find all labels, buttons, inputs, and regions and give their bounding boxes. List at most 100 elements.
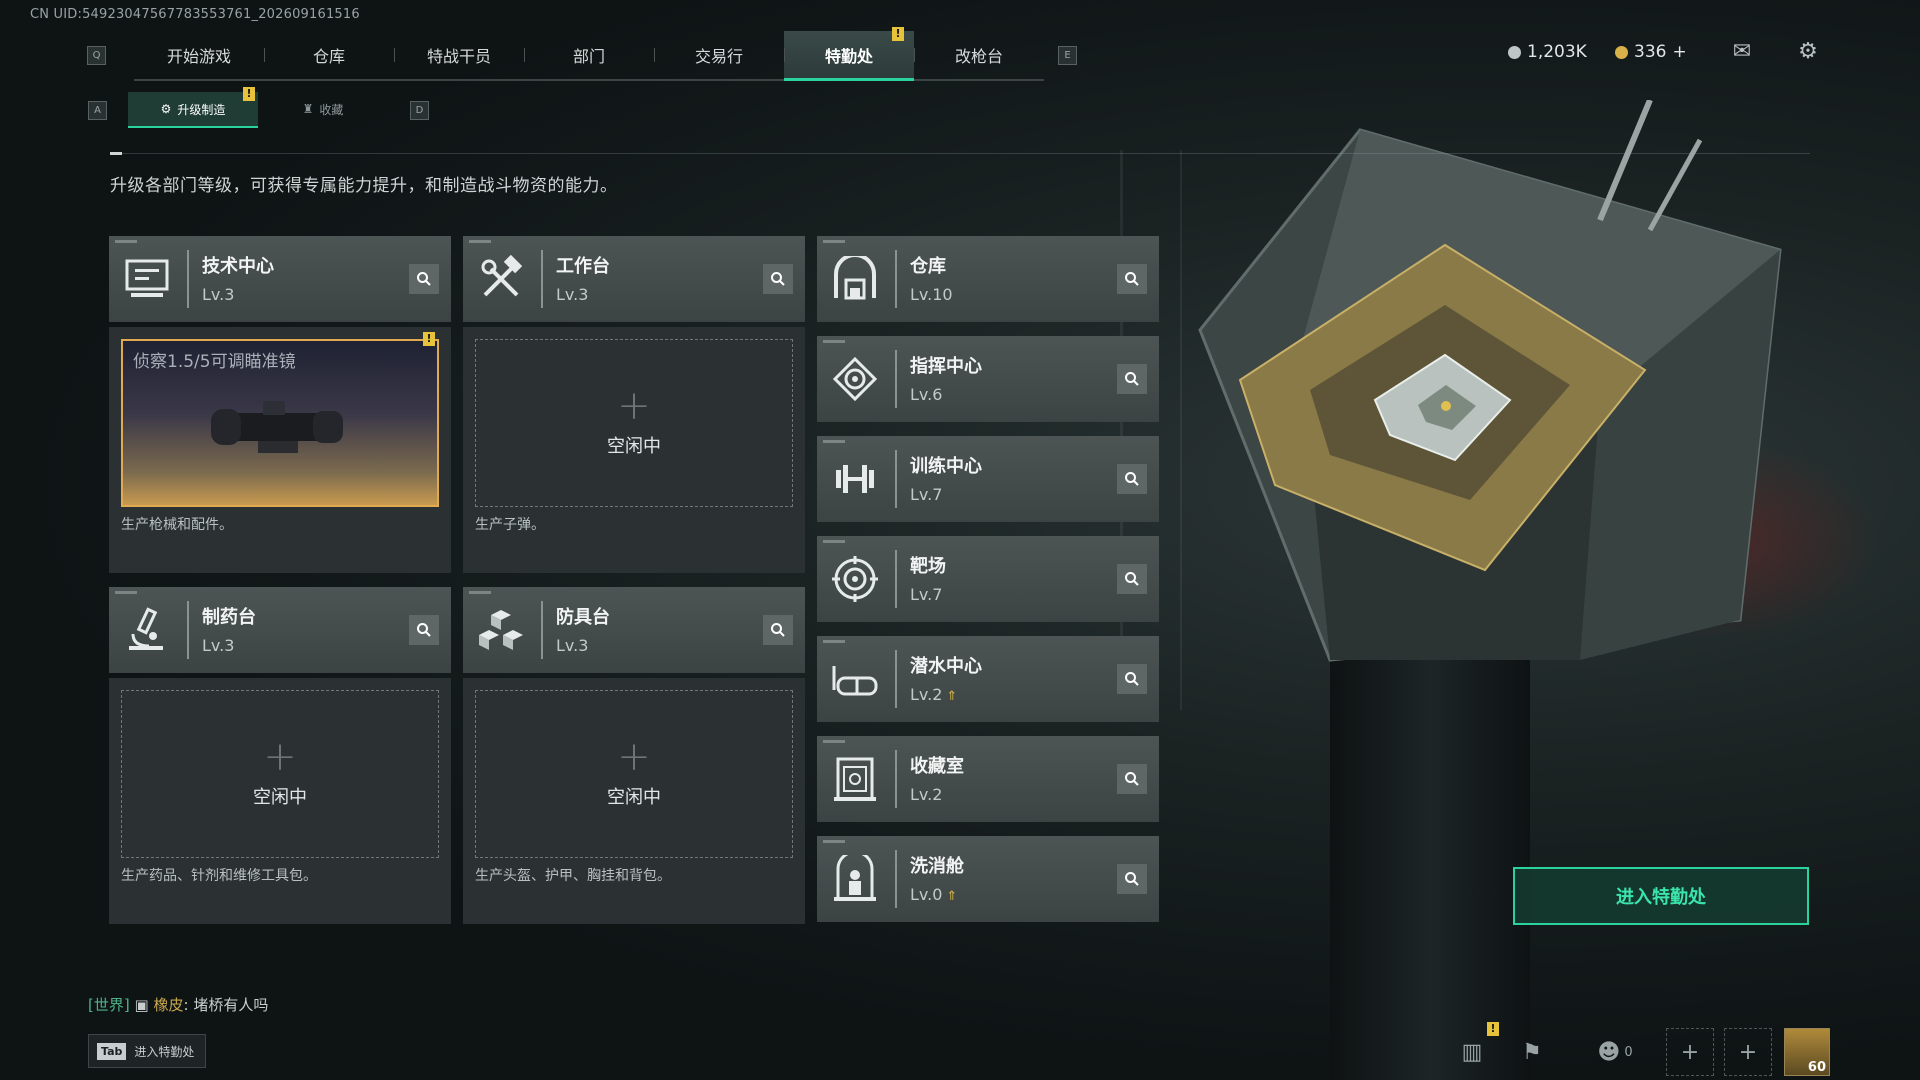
search-icon[interactable] bbox=[1117, 564, 1147, 594]
card-separator bbox=[895, 850, 897, 908]
search-icon[interactable] bbox=[763, 615, 793, 645]
add-teammate-slot[interactable]: + bbox=[1724, 1028, 1772, 1076]
dept-card-workbench[interactable]: 工作台 Lv.3 bbox=[463, 236, 805, 322]
search-icon[interactable] bbox=[1117, 864, 1147, 894]
dept-level-text: Lv.2 bbox=[910, 685, 943, 704]
dept-name: 潜水中心 bbox=[910, 656, 982, 677]
dept-card-decon-chamber[interactable]: 洗消舱 Lv.0 ⇑ bbox=[817, 836, 1159, 922]
avatar[interactable]: 60 bbox=[1784, 1028, 1830, 1076]
dive-mask-icon bbox=[827, 652, 883, 706]
card-corner-mark bbox=[115, 591, 137, 594]
empty-craft-slot[interactable]: + 空闲中 bbox=[121, 690, 439, 858]
production-panel-tech-center: 侦察1.5/5可调瞄准镜 ! 生产枪械和配件。 bbox=[109, 327, 451, 573]
card-corner-mark bbox=[823, 840, 845, 843]
enter-special-ops-button[interactable]: 进入特勤处 bbox=[1513, 867, 1809, 925]
dept-level: Lv.0 ⇑ bbox=[910, 885, 957, 904]
computer-icon bbox=[119, 252, 175, 306]
card-separator bbox=[187, 601, 189, 659]
silver-currency: 1,203K bbox=[1508, 42, 1587, 62]
tab-key-label: 进入特勤处 bbox=[134, 1044, 195, 1059]
divider bbox=[110, 153, 1810, 154]
dept-level: Lv.3 bbox=[556, 636, 589, 655]
search-icon[interactable] bbox=[409, 615, 439, 645]
chat-username: 橡皮 bbox=[153, 996, 184, 1014]
chat-user-icon: ▣ bbox=[134, 996, 149, 1014]
tab-departments[interactable]: 部门 bbox=[524, 31, 654, 79]
production-panel-pharmacy: + 空闲中 生产药品、针剂和维修工具包。 bbox=[109, 678, 451, 924]
collection-icon bbox=[827, 752, 883, 806]
dept-card-tech-center[interactable]: 技术中心 Lv.3 bbox=[109, 236, 451, 322]
facility-cube-illustration bbox=[1198, 100, 1782, 662]
search-icon[interactable] bbox=[1117, 664, 1147, 694]
dept-card-collection-room[interactable]: 收藏室 Lv.2 bbox=[817, 736, 1159, 822]
dept-name: 训练中心 bbox=[910, 456, 982, 477]
production-description: 生产药品、针剂和维修工具包。 bbox=[121, 868, 317, 884]
production-description: 生产头盔、护甲、胸挂和背包。 bbox=[475, 868, 671, 884]
flag-icon[interactable]: ⚑ bbox=[1508, 1028, 1556, 1076]
dept-name: 指挥中心 bbox=[910, 356, 982, 377]
settings-gear-icon[interactable]: ⚙ bbox=[1794, 40, 1822, 64]
search-icon[interactable] bbox=[1117, 764, 1147, 794]
add-gold-button[interactable]: + bbox=[1672, 42, 1686, 62]
subtab-upgrade-craft[interactable]: ⚙ 升级制造 bbox=[128, 92, 258, 128]
tab-gunsmith[interactable]: 改枪台 bbox=[914, 31, 1044, 79]
search-icon[interactable] bbox=[409, 264, 439, 294]
uid-label: CN UID:54923047567783553761_202609161516 bbox=[30, 7, 360, 22]
tab-key: Tab bbox=[97, 1042, 127, 1060]
tab-start-game[interactable]: 开始游戏 bbox=[134, 31, 264, 79]
subtab-label: 收藏 bbox=[319, 102, 344, 117]
card-separator bbox=[895, 250, 897, 308]
upgrade-available-icon: ⇑ bbox=[946, 889, 958, 904]
dept-card-pharmacy[interactable]: 制药台 Lv.3 bbox=[109, 587, 451, 673]
dept-level: Lv.3 bbox=[556, 285, 589, 304]
card-corner-mark bbox=[823, 740, 845, 743]
card-corner-mark bbox=[823, 640, 845, 643]
dept-card-training-center[interactable]: 训练中心 Lv.7 bbox=[817, 436, 1159, 522]
mail-icon[interactable]: ✉ bbox=[1728, 40, 1756, 64]
tab-trading[interactable]: 交易行 bbox=[654, 31, 784, 79]
idle-label: 空闲中 bbox=[607, 436, 661, 457]
dept-level: Lv.3 bbox=[202, 636, 235, 655]
search-icon[interactable] bbox=[1117, 264, 1147, 294]
card-corner-mark bbox=[823, 340, 845, 343]
dept-card-dive-center[interactable]: 潜水中心 Lv.2 ⇑ bbox=[817, 636, 1159, 722]
production-description: 生产枪械和配件。 bbox=[121, 517, 233, 533]
dept-card-armor-bench[interactable]: 防具台 Lv.3 bbox=[463, 587, 805, 673]
crafting-item-slot[interactable]: 侦察1.5/5可调瞄准镜 bbox=[121, 339, 439, 507]
friends-count: 0 bbox=[1624, 1044, 1633, 1060]
dept-name: 技术中心 bbox=[202, 256, 274, 277]
dept-card-warehouse[interactable]: 仓库 Lv.10 bbox=[817, 236, 1159, 322]
empty-craft-slot[interactable]: + 空闲中 bbox=[475, 690, 793, 858]
plus-icon: + bbox=[263, 734, 297, 780]
dept-level: Lv.2 ⇑ bbox=[910, 685, 957, 704]
crafting-item-name: 侦察1.5/5可调瞄准镜 bbox=[133, 352, 296, 372]
tab-warehouse[interactable]: 仓库 bbox=[264, 31, 394, 79]
dept-card-shooting-range[interactable]: 靶场 Lv.7 bbox=[817, 536, 1159, 622]
search-icon[interactable] bbox=[763, 264, 793, 294]
tab-key-hint[interactable]: Tab 进入特勤处 bbox=[88, 1034, 206, 1068]
gold-coin-icon bbox=[1615, 45, 1628, 59]
empty-craft-slot[interactable]: + 空闲中 bbox=[475, 339, 793, 507]
plus-icon: + bbox=[617, 383, 651, 429]
friends-button[interactable]: ☻ 0 bbox=[1585, 1028, 1645, 1076]
friends-icon: ☻ bbox=[1597, 1039, 1621, 1065]
subtab-collection[interactable]: ♜ 收藏 bbox=[258, 92, 388, 126]
search-icon[interactable] bbox=[1117, 464, 1147, 494]
dept-name: 靶场 bbox=[910, 556, 946, 577]
gear-icon: ⚙ bbox=[160, 102, 172, 116]
key-hint-d: D bbox=[410, 101, 429, 120]
add-teammate-slot[interactable]: + bbox=[1666, 1028, 1714, 1076]
production-panel-workbench: + 空闲中 生产子弹。 bbox=[463, 327, 805, 573]
warehouse-icon bbox=[827, 252, 883, 306]
card-corner-mark bbox=[823, 440, 845, 443]
chat-line[interactable]: [世界] ▣ 橡皮: 堵桥有人吗 bbox=[88, 994, 268, 1015]
dumbbell-icon bbox=[827, 452, 883, 506]
search-icon[interactable] bbox=[1117, 364, 1147, 394]
page-description: 升级各部门等级，可获得专属能力提升，和制造战斗物资的能力。 bbox=[110, 176, 618, 196]
dept-level: Lv.2 bbox=[910, 785, 943, 804]
dept-card-command-center[interactable]: 指挥中心 Lv.6 bbox=[817, 336, 1159, 422]
dept-name: 制药台 bbox=[202, 607, 256, 628]
tab-operators[interactable]: 特战干员 bbox=[394, 31, 524, 79]
silver-coin-icon bbox=[1508, 45, 1521, 59]
avatar-level: 60 bbox=[1807, 1060, 1826, 1075]
